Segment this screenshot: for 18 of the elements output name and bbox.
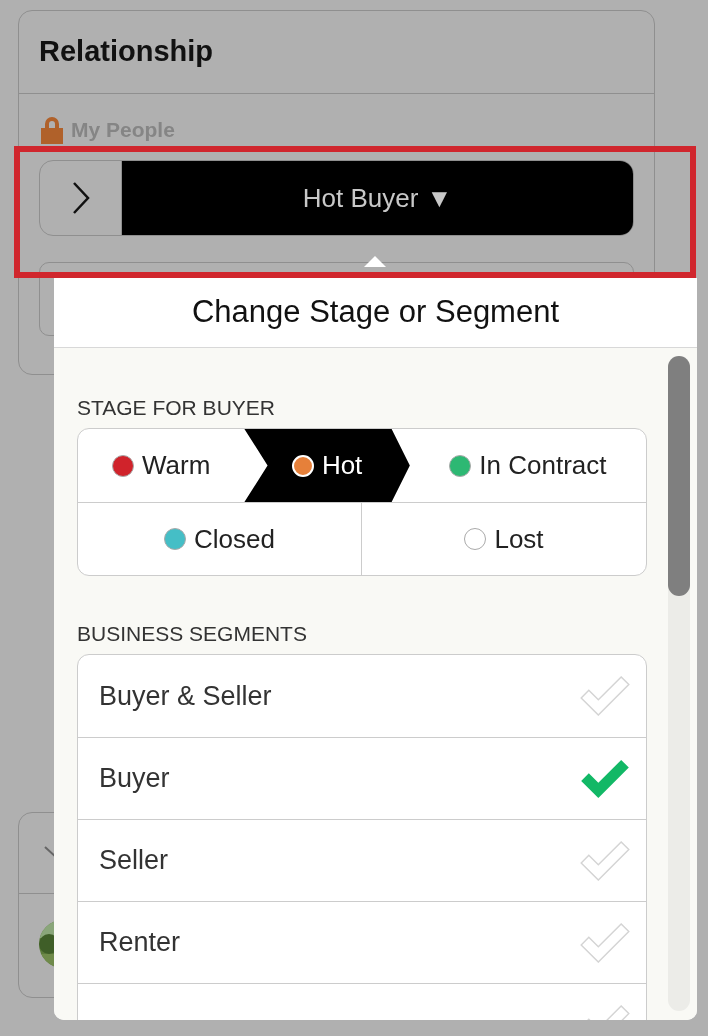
segment-option[interactable]: Buyer & Seller [78, 655, 646, 737]
card-title: Relationship [39, 34, 213, 70]
popover-title: Change Stage or Segment [191, 293, 560, 332]
stage-option[interactable]: Lost [362, 503, 646, 575]
segment-option[interactable]: Seller [78, 819, 646, 901]
section-heading: STAGE FOR BUYER [77, 396, 276, 420]
lock-icon [39, 116, 65, 144]
segment-option[interactable]: Renter [78, 901, 646, 983]
segment-option[interactable]: Buyer [78, 737, 646, 819]
stage-option[interactable]: Warm [78, 429, 245, 502]
stage-option[interactable]: Closed [78, 503, 362, 575]
stage-button[interactable]: Hot Buyer ▼ [122, 161, 633, 235]
stage-option[interactable]: Hot [244, 429, 410, 502]
scrollbar-thumb[interactable] [668, 356, 690, 596]
popover-arrow [364, 256, 386, 267]
stage-option[interactable]: In Contract [409, 429, 646, 502]
chevron-right-icon [71, 181, 90, 215]
section-heading: BUSINESS SEGMENTS [77, 622, 308, 646]
